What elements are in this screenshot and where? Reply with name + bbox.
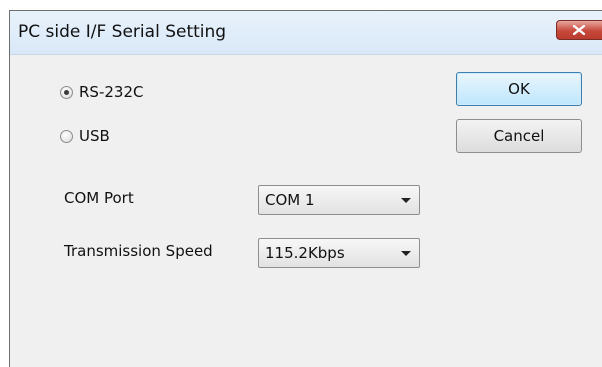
transmission-speed-select[interactable]: 115.2Kbps xyxy=(258,238,420,268)
radio-usb[interactable]: USB xyxy=(60,127,110,145)
cancel-button[interactable]: Cancel xyxy=(456,119,582,153)
chevron-down-icon xyxy=(401,198,411,203)
close-button[interactable] xyxy=(556,20,602,40)
com-port-value: COM 1 xyxy=(265,191,315,209)
radio-button-rs232c[interactable] xyxy=(60,85,73,99)
com-port-select[interactable]: COM 1 xyxy=(258,185,420,215)
radio-label-rs232c: RS-232C xyxy=(79,83,144,101)
window-title: PC side I/F Serial Setting xyxy=(18,22,227,42)
ok-button[interactable]: OK xyxy=(456,72,582,106)
radio-label-usb: USB xyxy=(79,127,110,145)
transmission-speed-value: 115.2Kbps xyxy=(265,244,345,262)
title-bar[interactable]: PC side I/F Serial Setting xyxy=(10,11,602,55)
transmission-speed-label: Transmission Speed xyxy=(64,242,213,260)
radio-rs232c[interactable]: RS-232C xyxy=(60,83,143,101)
serial-setting-dialog: PC side I/F Serial Setting RS-232C USB C… xyxy=(9,10,602,367)
chevron-down-icon xyxy=(401,251,411,256)
radio-button-usb[interactable] xyxy=(60,129,73,143)
dialog-client-area: RS-232C USB COM Port COM 1 Transmission … xyxy=(10,55,602,367)
com-port-label: COM Port xyxy=(64,189,134,207)
close-x-icon xyxy=(573,25,585,35)
